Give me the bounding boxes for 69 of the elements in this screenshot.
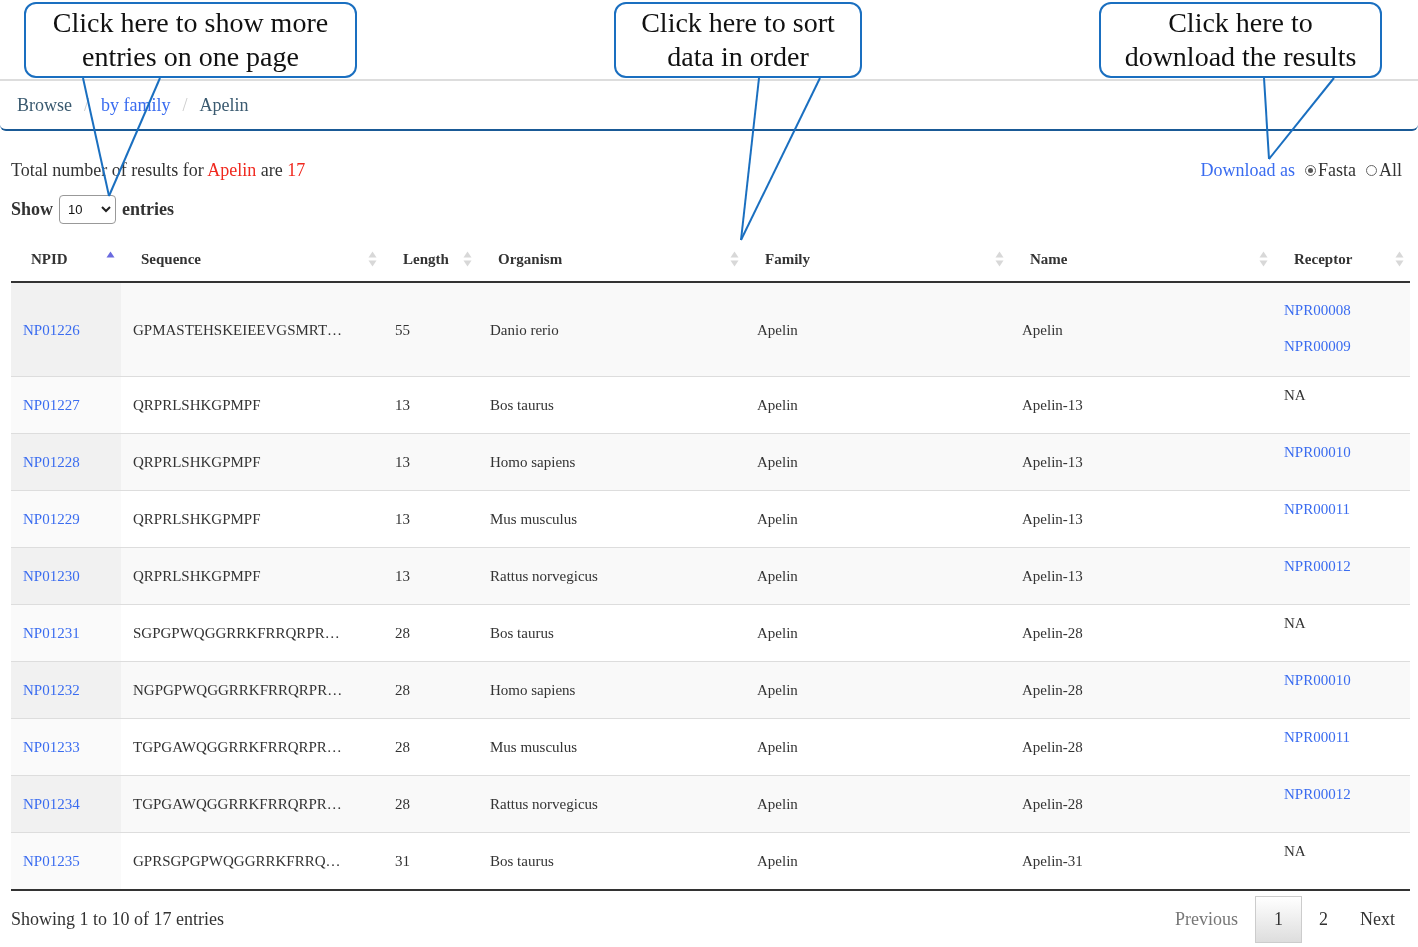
receptor-link[interactable]: NPR00009 <box>1284 335 1398 356</box>
receptor-text: NA <box>1284 386 1307 405</box>
receptor-link[interactable]: NPR00010 <box>1284 442 1398 462</box>
page-button[interactable]: 2 <box>1304 896 1343 943</box>
receptor-link[interactable]: NPR00010 <box>1284 670 1398 690</box>
callout-box: Click here to download the results <box>1099 2 1382 78</box>
receptor-link[interactable]: NPR00012 <box>1284 556 1398 576</box>
npid-link[interactable]: NP01234 <box>23 796 80 812</box>
table-cell: Apelin <box>745 433 1010 491</box>
breadcrumb-separator: / <box>182 94 188 116</box>
table-cell: Homo sapiens <box>478 661 745 719</box>
table-cell: Homo sapiens <box>478 433 745 491</box>
npid-link[interactable]: NP01226 <box>23 321 80 338</box>
breadcrumb-item: Browse <box>17 94 72 116</box>
table-cell: Apelin <box>745 832 1010 890</box>
table-cell: QRPRLSHKGPMPF <box>121 547 383 605</box>
npid-link[interactable]: NP01228 <box>23 454 80 470</box>
table-cell: Apelin-13 <box>1010 547 1274 605</box>
receptor-link[interactable]: NPR00011 <box>1284 727 1398 747</box>
npid-link[interactable]: NP01229 <box>23 511 80 527</box>
next-button[interactable]: Next <box>1345 896 1410 943</box>
table-cell: Apelin-13 <box>1010 433 1274 491</box>
table-cell: 13 <box>383 433 478 491</box>
table-cell: Apelin-31 <box>1010 832 1274 890</box>
table-cell: NGPGPWQGGRRKFRRQRPR… <box>121 661 383 719</box>
table-cell: 55 <box>383 282 478 377</box>
entries-label: entries <box>122 199 174 220</box>
table-cell: 13 <box>383 547 478 605</box>
receptor-link[interactable]: NPR00012 <box>1284 784 1398 804</box>
previous-button[interactable]: Previous <box>1160 896 1253 943</box>
table-cell: Danio rerio <box>478 282 745 377</box>
callout-box: Click here to show more entries on one page <box>24 2 357 78</box>
entries-select[interactable]: 10 <box>59 195 117 224</box>
page-button[interactable]: 1 <box>1255 896 1302 943</box>
table-cell: Rattus norvegicus <box>478 547 745 605</box>
receptor-text: NA <box>1284 614 1307 633</box>
receptor-link[interactable]: NPR00008 <box>1284 299 1398 320</box>
table-cell: Apelin <box>745 547 1010 605</box>
table-cell: Apelin-28 <box>1010 661 1274 719</box>
radio-label: All <box>1379 159 1402 181</box>
table-cell: Apelin <box>745 282 1010 377</box>
table-cell: 28 <box>383 775 478 833</box>
npid-link[interactable]: NP01235 <box>23 853 80 869</box>
npid-link[interactable]: NP01233 <box>23 739 80 755</box>
table-cell: Apelin <box>745 661 1010 719</box>
table-cell: Rattus norvegicus <box>478 775 745 833</box>
show-label: Show <box>11 199 54 220</box>
npid-link[interactable]: NP01232 <box>23 682 80 698</box>
breadcrumb-item: Apelin <box>199 94 249 116</box>
table-cell: Apelin <box>1010 282 1274 377</box>
table-cell: GPMASTEHSKEIEEVGSMRT… <box>121 282 383 377</box>
table-info: Showing 1 to 10 of 17 entries <box>11 909 224 930</box>
callout-box: Click here to sort data in order <box>614 2 862 78</box>
chevron-down-icon <box>101 206 112 213</box>
npid-link[interactable]: NP01230 <box>23 568 80 584</box>
download-link[interactable]: Download as <box>1200 159 1295 181</box>
npid-link[interactable]: NP01231 <box>23 625 80 641</box>
table-cell: GPRSGPGPWQGGRRKFRRQ… <box>121 832 383 890</box>
table-cell: Bos taurus <box>478 832 745 890</box>
npid-link[interactable]: NP01227 <box>23 397 80 413</box>
table-cell: 28 <box>383 661 478 719</box>
table-cell: Apelin <box>745 775 1010 833</box>
table-cell: 31 <box>383 832 478 890</box>
receptor-text: NA <box>1284 842 1307 861</box>
table-cell: QRPRLSHKGPMPF <box>121 433 383 491</box>
receptor-link[interactable]: NPR00011 <box>1284 499 1398 519</box>
table-cell: Apelin-28 <box>1010 775 1274 833</box>
radio-label: Fasta <box>1318 159 1356 181</box>
table-cell: TGPGAWQGGRRKFRRQRPR… <box>121 775 383 833</box>
